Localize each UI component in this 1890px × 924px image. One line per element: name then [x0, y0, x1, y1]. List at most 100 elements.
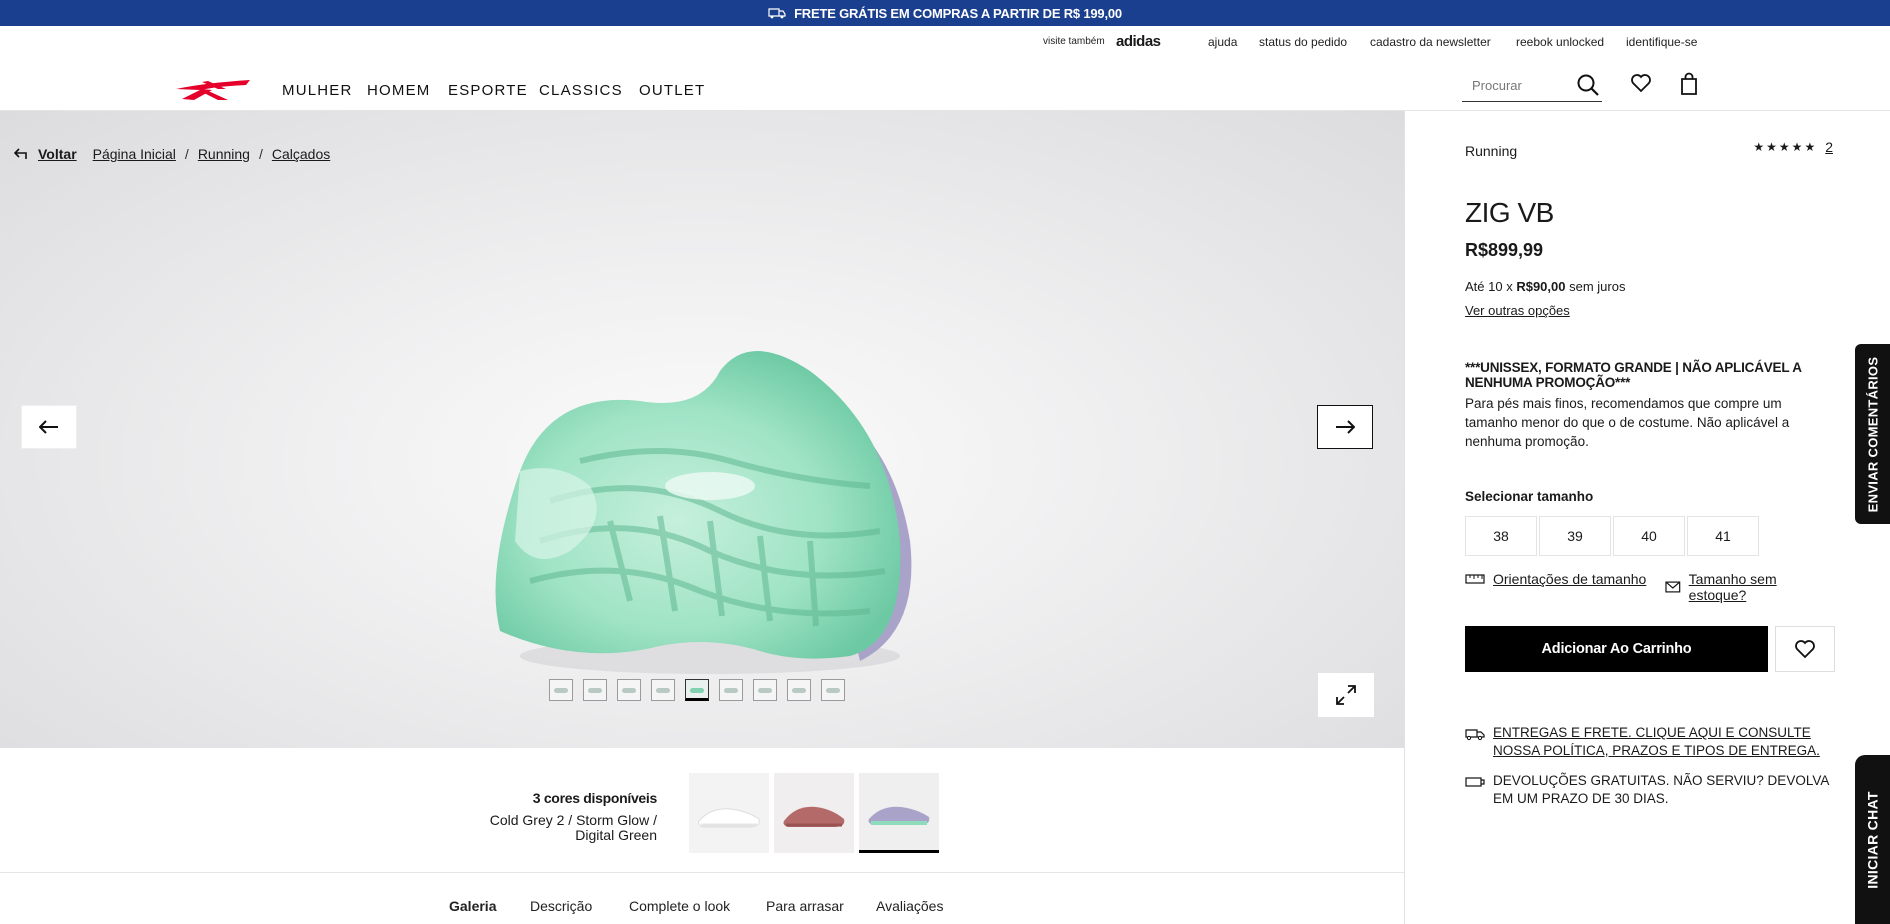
tab-gallery[interactable]: Galeria: [449, 898, 496, 914]
heart-icon: [1795, 640, 1815, 659]
thumbnail[interactable]: [753, 679, 777, 701]
product-gallery: Voltar Página Inicial / Running / Calçad…: [0, 111, 1404, 748]
swatch-white[interactable]: [689, 773, 769, 853]
thumbnail[interactable]: [787, 679, 811, 701]
installments-value: R$90,00: [1516, 279, 1566, 294]
arrow-right-icon: [1336, 420, 1355, 434]
search-input[interactable]: [1462, 70, 1572, 100]
swatch-grey-green[interactable]: [859, 773, 939, 853]
order-status-link[interactable]: status do pedido: [1259, 35, 1347, 49]
help-link[interactable]: ajuda: [1208, 35, 1237, 49]
product-price: R$899,99: [1465, 240, 1544, 260]
color-variants: 3 cores disponíveis Cold Grey 2 / Storm …: [0, 748, 1404, 873]
add-to-wishlist-button[interactable]: [1775, 626, 1835, 672]
thumbnail[interactable]: [617, 679, 641, 701]
thumbnail[interactable]: [549, 679, 573, 701]
notice-body: Para pés mais finos, recomendamos que co…: [1465, 396, 1790, 449]
search-box: [1462, 70, 1602, 102]
returns-info: DEVOLUÇÕES GRATUITAS. NÃO SERVIU? DEVOLV…: [1465, 772, 1835, 808]
red-shoe-thumb: [774, 773, 854, 853]
ruler-icon: [1465, 574, 1485, 584]
product-info-panel: Running ★★★★★ 2 ZIG VB R$899,99 Até 10 x…: [1465, 111, 1835, 924]
size-option[interactable]: 39: [1539, 516, 1611, 556]
product-title: ZIG VB: [1465, 197, 1554, 228]
shipping-info-text: ENTREGAS E FRETE. CLIQUE AQUI E CONSULTE…: [1493, 725, 1820, 758]
prev-image-button[interactable]: [21, 405, 77, 449]
thumbnail[interactable]: [583, 679, 607, 701]
out-of-stock-label: Tamanho sem estoque?: [1688, 571, 1777, 603]
size-guide-link[interactable]: Orientações de tamanho: [1465, 571, 1646, 587]
back-arrow-icon: [14, 148, 27, 159]
sign-in-link[interactable]: identifique-se: [1626, 35, 1697, 49]
truck-icon: [768, 8, 786, 19]
utility-nav: visite também adidas ajuda status do ped…: [0, 33, 1890, 52]
delivery-truck-icon: [1465, 729, 1485, 741]
rating-count[interactable]: 2: [1825, 139, 1833, 155]
breadcrumb: Voltar Página Inicial / Running / Calçad…: [14, 146, 330, 162]
thumbnail-active[interactable]: [685, 679, 709, 701]
promo-text: FRETE GRÁTIS EM COMPRAS A PARTIR DE R$ 1…: [794, 5, 1122, 21]
nav-esporte[interactable]: ESPORTE: [448, 82, 528, 99]
thumbnail[interactable]: [651, 679, 675, 701]
shipping-info-link[interactable]: ENTREGAS E FRETE. CLIQUE AQUI E CONSULTE…: [1465, 724, 1835, 760]
size-option[interactable]: 41: [1687, 516, 1759, 556]
back-label: Voltar: [38, 146, 77, 162]
selected-color-name: Cold Grey 2 / Storm Glow / Digital Green: [489, 812, 657, 843]
rating[interactable]: ★★★★★ 2: [1753, 139, 1833, 155]
notice-title: ***UNISSEX, FORMATO GRANDE | NÃO APLICÁV…: [1465, 360, 1802, 390]
visit-also-label: visite também: [1043, 36, 1105, 47]
expand-icon: [1336, 685, 1356, 705]
tab-description[interactable]: Descrição: [530, 898, 592, 914]
product-tabs: Galeria Descrição Complete o look Para a…: [0, 873, 1404, 924]
search-icon[interactable]: [1576, 73, 1600, 97]
thumbnail[interactable]: [821, 679, 845, 701]
returns-info-text: DEVOLUÇÕES GRATUITAS. NÃO SERVIU? DEVOLV…: [1493, 773, 1829, 806]
size-option[interactable]: 38: [1465, 516, 1537, 556]
other-options-link[interactable]: Ver outras opções: [1465, 303, 1570, 318]
installments-suffix: sem juros: [1569, 279, 1626, 294]
wishlist-icon[interactable]: [1630, 72, 1652, 94]
nav-classics[interactable]: CLASSICS: [539, 82, 623, 99]
promo-banner[interactable]: FRETE GRÁTIS EM COMPRAS A PARTIR DE R$ 1…: [0, 0, 1890, 26]
star-rating-icon: ★★★★★: [1753, 140, 1818, 154]
adidas-link[interactable]: adidas: [1116, 33, 1161, 50]
nav-mulher[interactable]: MULHER: [282, 82, 353, 99]
next-image-button[interactable]: [1317, 405, 1373, 449]
installments: Até 10 x R$90,00 sem juros: [1465, 279, 1625, 294]
tab-para-arrasar[interactable]: Para arrasar: [766, 898, 844, 914]
chat-tab[interactable]: INICIAR CHAT: [1855, 755, 1890, 924]
newsletter-link[interactable]: cadastro da newsletter: [1370, 35, 1491, 49]
breadcrumb-home[interactable]: Página Inicial: [93, 146, 176, 162]
product-category: Running: [1465, 143, 1518, 159]
add-to-cart-button[interactable]: Adicionar Ao Carrinho: [1465, 626, 1768, 672]
return-box-icon: [1465, 777, 1485, 787]
image-thumbnails: [549, 679, 845, 701]
colors-available: 3 cores disponíveis: [532, 790, 658, 806]
reebok-unlocked-link[interactable]: reebok unlocked: [1516, 35, 1604, 49]
installments-prefix: Até 10 x: [1465, 279, 1513, 294]
grey-green-shoe-thumb: [859, 773, 939, 850]
fullscreen-button[interactable]: [1318, 673, 1374, 717]
tab-reviews[interactable]: Avaliações: [876, 898, 943, 914]
nav-outlet[interactable]: OUTLET: [639, 82, 705, 99]
thumbnail[interactable]: [719, 679, 743, 701]
breadcrumb-running[interactable]: Running: [198, 146, 250, 162]
swatch-red[interactable]: [774, 773, 854, 853]
breadcrumb-footwear[interactable]: Calçados: [272, 146, 330, 162]
breadcrumb-separator: /: [258, 146, 263, 162]
nav-homem[interactable]: HOMEM: [367, 82, 431, 99]
bag-icon[interactable]: [1678, 72, 1700, 96]
size-guide-label: Orientações de tamanho: [1493, 571, 1647, 587]
color-swatches: [689, 773, 939, 853]
arrow-left-icon: [39, 420, 58, 434]
feedback-tab[interactable]: ENVIAR COMENTÁRIOS: [1855, 344, 1890, 524]
back-link[interactable]: Voltar: [14, 146, 77, 162]
tab-complete-look[interactable]: Complete o look: [629, 898, 730, 914]
size-option[interactable]: 40: [1613, 516, 1685, 556]
breadcrumb-separator: /: [184, 146, 189, 162]
size-label: Selecionar tamanho: [1465, 489, 1594, 504]
out-of-stock-link[interactable]: Tamanho sem estoque?: [1665, 571, 1835, 603]
reebok-logo[interactable]: [174, 77, 252, 101]
product-image: [495, 351, 912, 674]
main-nav: MULHER HOMEM ESPORTE CLASSICS OUTLET: [0, 60, 1890, 110]
